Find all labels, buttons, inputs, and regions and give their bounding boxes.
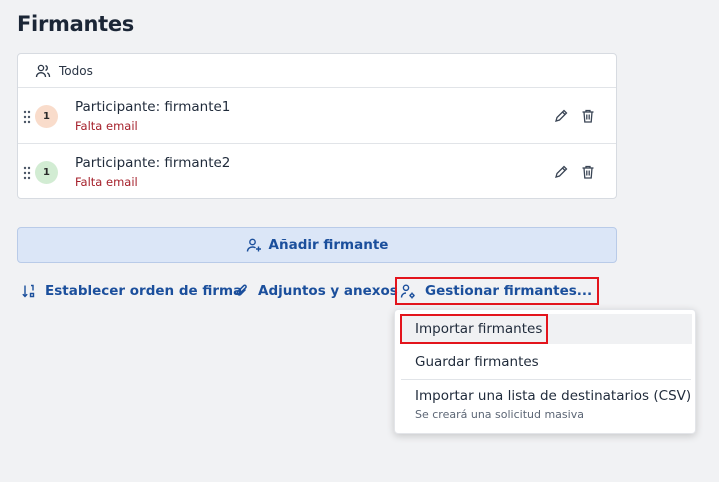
signer-name: Participante: firmante1 [75, 99, 231, 115]
pencil-icon[interactable] [553, 108, 569, 124]
menu-item-label: Importar firmantes [415, 321, 543, 337]
users-icon [35, 64, 51, 77]
menu-item-label: Importar una lista de destinatarios (CSV… [415, 388, 692, 404]
manage-signers-label: Gestionar firmantes... [425, 283, 593, 299]
set-signing-order-link[interactable]: Establecer orden de firma [21, 281, 242, 301]
add-user-icon [246, 238, 261, 252]
add-signer-button[interactable]: Añadir firmante [17, 227, 617, 263]
menu-item-label: Guardar firmantes [415, 354, 539, 370]
add-signer-label: Añadir firmante [268, 237, 389, 253]
signer-warning: Falta email [75, 119, 138, 133]
signer-row: 1 Participante: firmante1 Falta email [18, 89, 616, 144]
attachments-link[interactable]: Adjuntos y anexos [234, 281, 398, 301]
set-order-label: Establecer orden de firma [45, 283, 243, 299]
page-title: Firmantes [17, 12, 134, 36]
signers-list: Todos 1 Participante: firmante1 Falta em… [17, 53, 617, 199]
signer-order-badge: 1 [35, 161, 58, 184]
filter-label: Todos [59, 63, 93, 78]
manage-signers-menu: Importar firmantes Guardar firmantes Imp… [394, 309, 696, 434]
user-settings-icon [400, 284, 415, 298]
menu-divider [401, 379, 691, 380]
drag-handle-icon[interactable] [23, 166, 31, 180]
paperclip-icon [236, 284, 247, 296]
sort-order-icon [22, 284, 35, 298]
signer-name: Participante: firmante2 [75, 155, 231, 171]
signer-row: 1 Participante: firmante2 Falta email [18, 145, 616, 200]
signer-order-badge: 1 [35, 105, 58, 128]
menu-item-import-signers[interactable]: Importar firmantes [400, 314, 692, 344]
menu-item-save-signers[interactable]: Guardar firmantes [395, 354, 695, 374]
menu-item-import-csv[interactable]: Importar una lista de destinatarios (CSV… [395, 388, 695, 428]
menu-item-note: Se creará una solicitud masiva [415, 408, 584, 421]
manage-signers-button[interactable]: Gestionar firmantes... [395, 277, 600, 305]
trash-icon[interactable] [580, 164, 596, 180]
signers-filter[interactable]: Todos [18, 54, 616, 88]
trash-icon[interactable] [580, 108, 596, 124]
pencil-icon[interactable] [553, 164, 569, 180]
attachments-label: Adjuntos y anexos [258, 283, 398, 299]
drag-handle-icon[interactable] [23, 110, 31, 124]
signer-warning: Falta email [75, 175, 138, 189]
